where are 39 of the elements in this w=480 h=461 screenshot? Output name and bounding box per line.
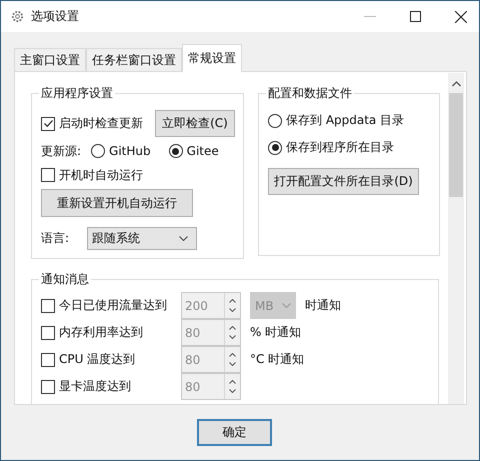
radio-button[interactable] — [268, 140, 282, 154]
scroll-up-icon[interactable] — [452, 81, 460, 87]
close-icon[interactable] — [455, 10, 467, 22]
tab[interactable]: 常规设置 — [182, 44, 242, 72]
checkbox-label: CPU 温度达到 — [59, 351, 136, 368]
radio-button[interactable] — [268, 114, 282, 128]
tab[interactable]: 主窗口设置 — [14, 48, 86, 71]
gear-icon — [11, 10, 24, 23]
maximize-icon[interactable] — [410, 11, 421, 22]
radio-button[interactable] — [168, 144, 183, 158]
radio-label: GitHub — [109, 144, 151, 158]
checkbox[interactable] — [41, 168, 55, 182]
checkbox-label: 显卡温度达到 — [59, 378, 132, 395]
language-dropdown[interactable]: 跟随系统 — [87, 227, 198, 250]
radio-label: 保存到 Appdata 目录 — [286, 112, 404, 129]
radio-button[interactable] — [91, 144, 106, 158]
checkbox-label: 内存利用率达到 — [59, 324, 144, 341]
group-title: 配置和数据文件 — [266, 85, 354, 102]
language-label: 语言: — [41, 230, 70, 247]
notify-suffix: °C 时通知 — [250, 351, 304, 368]
update-source-label: 更新源: — [41, 142, 82, 160]
radio-label: 保存到程序所在目录 — [286, 139, 394, 156]
window-title: 选项设置 — [31, 8, 79, 25]
open-folder-button[interactable]: 打开配置文件所在目录(D) — [268, 168, 419, 195]
notify-suffix: 时通知 — [305, 297, 341, 314]
checkbox-label: 开机时自动运行 — [59, 166, 143, 184]
checkbox[interactable] — [41, 116, 55, 130]
tab[interactable]: 任务栏窗口设置 — [86, 48, 182, 71]
check-now-button[interactable]: 立即检查(C) — [155, 110, 235, 137]
checkbox-label: 启动时检查更新 — [59, 115, 143, 132]
notify-suffix: % 时通知 — [250, 324, 302, 341]
chevron-down-icon — [179, 236, 188, 241]
chevron-down-icon — [282, 303, 291, 308]
reset-autostart-button[interactable]: 重新设置开机自动运行 — [41, 189, 193, 217]
scrollbar[interactable] — [448, 73, 464, 404]
checkbox-label: 今日已使用流量达到 — [59, 297, 168, 314]
radio-label: Gitee — [186, 144, 219, 158]
group-title: 通知消息 — [39, 271, 91, 288]
ok-button[interactable]: 确定 — [197, 419, 272, 446]
